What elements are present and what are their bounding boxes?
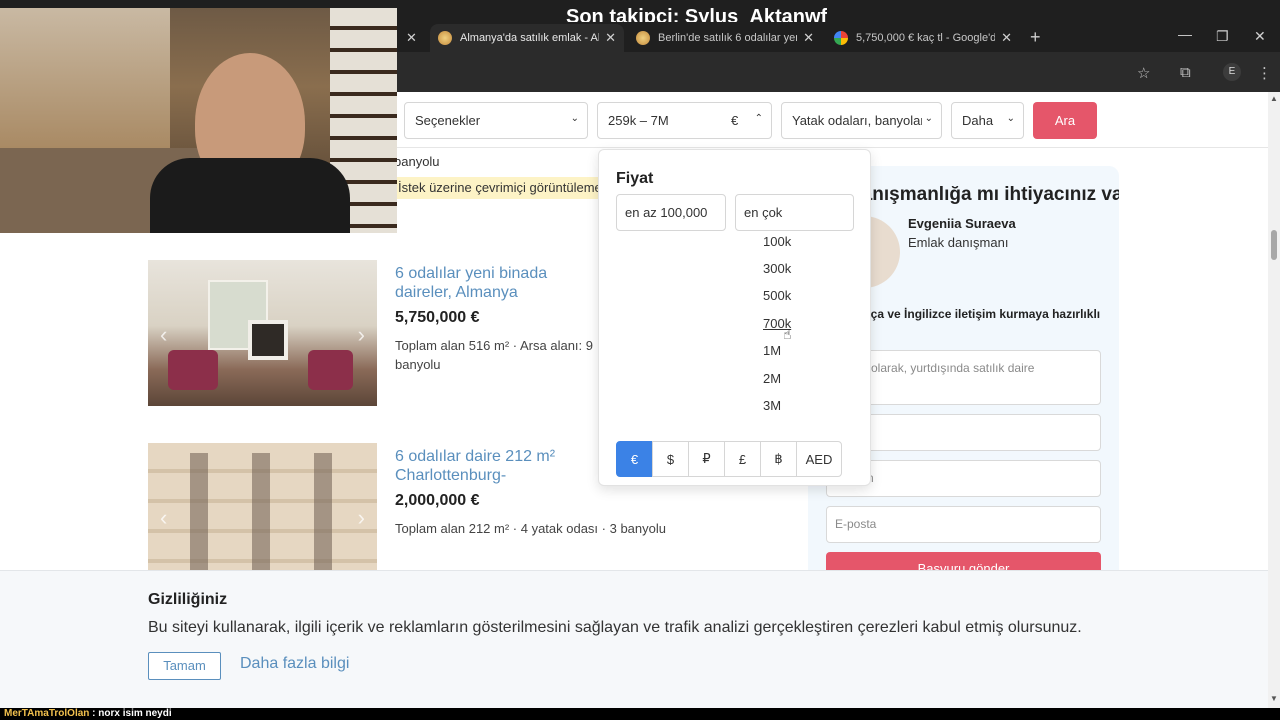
fireplace-graphic bbox=[248, 320, 288, 360]
currency-eur-button[interactable]: € bbox=[616, 441, 653, 477]
price-option[interactable]: 100k bbox=[763, 234, 791, 249]
chevron-up-icon: ⌃ bbox=[754, 113, 763, 124]
cookie-more-info-link[interactable]: Daha fazla bilgi bbox=[240, 655, 349, 673]
listing-specs-partial: banyolu bbox=[394, 154, 440, 169]
listing-title-link[interactable]: 6 odalılar daire 212 m² Charlottenburg-W… bbox=[395, 447, 600, 485]
listing-photo[interactable]: ‹ › bbox=[148, 260, 377, 406]
currency-symbol: € bbox=[731, 113, 739, 128]
currency-gbp-button[interactable]: £ bbox=[724, 441, 761, 477]
price-option[interactable]: 2M bbox=[763, 371, 781, 386]
cookie-body: Bu siteyi kullanarak, ilgili içerik ve r… bbox=[148, 619, 1082, 636]
mouse-pointer-icon: ☝ bbox=[783, 326, 792, 342]
new-tab-icon[interactable]: + bbox=[1030, 27, 1041, 48]
chevron-down-icon: ⌄ bbox=[570, 113, 579, 124]
currency-thb-button[interactable]: ฿ bbox=[760, 441, 797, 477]
agent-role: Emlak danışmanı bbox=[908, 235, 1009, 250]
chat-message: : norx isim neydi bbox=[89, 708, 172, 719]
scroll-down-icon[interactable]: ▼ bbox=[1270, 694, 1278, 703]
listing-price: 5,750,000 € bbox=[395, 309, 480, 326]
armchair-graphic bbox=[168, 350, 218, 390]
profile-avatar[interactable]: E bbox=[1223, 63, 1241, 81]
scroll-thumb[interactable] bbox=[1271, 230, 1277, 260]
currency-rub-button[interactable]: ₽ bbox=[688, 441, 725, 477]
listing-specs: Toplam alan 212 m² · 4 yatak odası · 3 b… bbox=[395, 521, 666, 536]
options-select[interactable]: Seçenekler ⌄ bbox=[404, 102, 588, 139]
cookie-heading: Gizliliğiniz bbox=[148, 591, 228, 608]
price-dropdown-panel: Fiyat en az 100,000 en çok 100k 300k 500… bbox=[598, 149, 871, 486]
more-filters-select[interactable]: Daha ⌄ bbox=[951, 102, 1024, 139]
bookmark-star-icon[interactable]: ☆ bbox=[1137, 64, 1150, 82]
search-button[interactable]: Ara bbox=[1033, 102, 1097, 139]
min-price-input[interactable]: en az 100,000 bbox=[616, 194, 726, 231]
armchair-graphic bbox=[308, 350, 353, 390]
agent-languages: Rusça ve İngilizce iletişim kurmaya hazı… bbox=[848, 307, 1101, 321]
window-graphic bbox=[0, 8, 170, 148]
site-favicon-icon bbox=[636, 31, 650, 45]
window-grid-graphic bbox=[168, 453, 358, 583]
next-photo-icon[interactable]: › bbox=[358, 322, 365, 348]
stream-chat-ticker: MerTAmaTrolOlan : norx isim neydi bbox=[0, 708, 1280, 720]
price-heading: Fiyat bbox=[616, 170, 654, 187]
rooms-select[interactable]: Yatak odaları, banyolar ⌄ bbox=[781, 102, 942, 139]
price-option[interactable]: 300k bbox=[763, 261, 791, 276]
tab-berlin-satilik[interactable]: Berlin'de satılık 6 odalılar yeni b ✕ bbox=[628, 24, 822, 52]
close-icon[interactable]: ✕ bbox=[406, 30, 417, 46]
google-favicon-icon bbox=[834, 31, 848, 45]
site-favicon-icon bbox=[438, 31, 452, 45]
cookie-accept-button[interactable]: Tamam bbox=[148, 652, 221, 680]
price-option[interactable]: 3M bbox=[763, 398, 781, 413]
tab-almanya-emlak[interactable]: Almanya'da satılık emlak - Almanya ✕ bbox=[430, 24, 624, 52]
price-option[interactable]: 1M bbox=[763, 343, 781, 358]
listing-title-link[interactable]: 6 odalılar yeni binada daireler, Almanya bbox=[395, 264, 600, 302]
email-field[interactable]: E-posta bbox=[826, 506, 1101, 543]
menu-dots-icon[interactable]: ⋮ bbox=[1257, 64, 1272, 82]
listing-specs-line2: banyolu bbox=[395, 357, 441, 372]
currency-aed-button[interactable]: AED bbox=[796, 441, 842, 477]
cookie-consent-banner: Gizliliğiniz Bu siteyi kullanarak, ilgil… bbox=[0, 570, 1268, 708]
agent-heading: Danışmanlığa mı ihtiyacınız var? bbox=[848, 184, 1119, 205]
price-option[interactable]: 500k bbox=[763, 288, 791, 303]
webcam-overlay bbox=[0, 8, 397, 233]
tab-strip: ✕ Almanya'da satılık emlak - Almanya ✕ B… bbox=[398, 22, 1280, 52]
max-price-input[interactable]: en çok bbox=[735, 194, 854, 231]
agent-name: Evgeniia Suraeva bbox=[908, 216, 1016, 231]
restore-icon[interactable]: ❐ bbox=[1216, 28, 1229, 45]
page-scrollbar[interactable]: ▲ ▼ bbox=[1268, 92, 1280, 708]
prev-photo-icon[interactable]: ‹ bbox=[160, 505, 167, 531]
minimize-icon[interactable]: — bbox=[1178, 26, 1192, 42]
window-close-icon[interactable]: ✕ bbox=[1254, 28, 1266, 45]
listing-specs: Toplam alan 516 m² · Arsa alanı: 9 bbox=[395, 338, 593, 353]
online-viewing-badge: İstek üzerine çevrimiçi görüntüleme bbox=[394, 177, 604, 199]
chevron-down-icon: ⌄ bbox=[1006, 113, 1015, 124]
price-range-select[interactable]: 259k – 7M € ⌃ bbox=[597, 102, 772, 139]
prev-photo-icon[interactable]: ‹ bbox=[160, 322, 167, 348]
next-photo-icon[interactable]: › bbox=[358, 505, 365, 531]
scroll-up-icon[interactable]: ▲ bbox=[1270, 94, 1278, 103]
close-icon[interactable]: ✕ bbox=[1001, 30, 1012, 46]
chevron-down-icon: ⌄ bbox=[924, 113, 933, 124]
stream-follower-overlay: Son takipçi: Sylus_Aktanwf bbox=[566, 6, 828, 22]
listing-photo[interactable]: ‹ › bbox=[148, 443, 377, 589]
listing-price: 2,000,000 € bbox=[395, 492, 480, 509]
currency-usd-button[interactable]: $ bbox=[652, 441, 689, 477]
close-icon[interactable]: ✕ bbox=[605, 30, 616, 46]
extensions-icon[interactable]: ⧉ bbox=[1180, 64, 1191, 81]
streamer-body bbox=[150, 158, 350, 233]
close-icon[interactable]: ✕ bbox=[803, 30, 814, 46]
tab-google-search[interactable]: 5,750,000 € kaç tl - Google'da Ara ✕ bbox=[826, 24, 1020, 52]
chat-username: MerTAmaTrolOlan bbox=[4, 708, 90, 719]
